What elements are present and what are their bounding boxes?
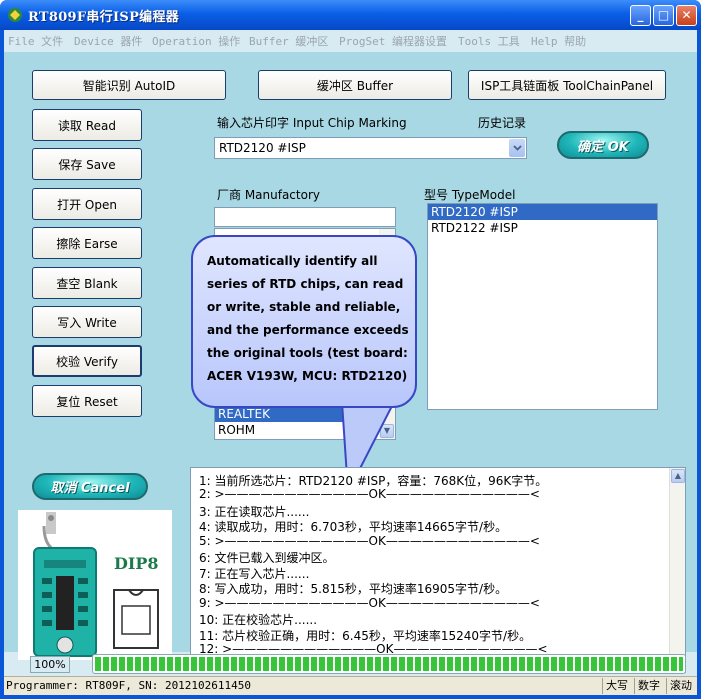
manufactory-label: 厂商 Manufactory	[217, 188, 320, 202]
log-line: 2: >————————————OK————————————<	[199, 487, 540, 501]
list-item[interactable]: RTD2120 #ISP	[428, 204, 657, 220]
client-area: File 文件 Device 器件 Operation 操作 Buffer 缓冲…	[4, 30, 697, 695]
chip-marking-label: 输入芯片印字 Input Chip Marking	[217, 116, 407, 130]
dip8-label: DIP8	[114, 554, 159, 573]
list-item[interactable]: RTD2122 #ISP	[428, 220, 657, 236]
menu-help[interactable]: Help 帮助	[531, 33, 586, 49]
close-button[interactable]: ✕	[676, 5, 697, 26]
maximize-button[interactable]: □	[653, 5, 674, 26]
menu-file[interactable]: File 文件	[8, 33, 63, 49]
read-button[interactable]: 读取 Read	[32, 109, 142, 141]
chevron-down-icon[interactable]	[509, 139, 525, 157]
save-button[interactable]: 保存 Save	[32, 148, 142, 180]
buffer-button[interactable]: 缓冲区 Buffer	[258, 70, 452, 100]
callout-text: Automatically identify all series of RTD…	[207, 254, 409, 383]
erase-button[interactable]: 擦除 Earse	[32, 227, 142, 259]
progress-fill	[95, 657, 683, 671]
menu-operation[interactable]: Operation 操作	[152, 33, 240, 49]
write-button[interactable]: 写入 Write	[32, 306, 142, 338]
reset-button[interactable]: 复位 Reset	[32, 385, 142, 417]
dip-socket-icon	[18, 510, 172, 660]
open-button[interactable]: 打开 Open	[32, 188, 142, 220]
chip-marking-combo[interactable]: RTD2120 #ISP	[214, 137, 527, 159]
caps-indicator: 大写	[602, 678, 631, 694]
minimize-button[interactable]: _	[630, 5, 651, 26]
typemodel-list[interactable]: RTD2120 #ISP RTD2122 #ISP	[427, 203, 658, 410]
autoid-button[interactable]: 智能识别 AutoID	[32, 70, 226, 100]
log-line: 8: 写入成功，用时：5.815秒，平均速率16905字节/秒。	[199, 582, 508, 596]
toolchain-panel-button[interactable]: ISP工具链面板 ToolChainPanel	[468, 70, 666, 100]
blank-check-button[interactable]: 查空 Blank	[32, 267, 142, 299]
scroll-up-icon[interactable]: ▲	[671, 469, 685, 483]
log-line: 4: 读取成功，用时：6.703秒，平均速率14665字节/秒。	[199, 520, 508, 534]
menu-bar: File 文件 Device 器件 Operation 操作 Buffer 缓冲…	[4, 30, 697, 50]
app-icon	[8, 8, 22, 22]
programmer-info: Programmer: RT809F, SN: 2012102611450	[6, 679, 252, 692]
app-window: RT809F串行ISP编程器 _ □ ✕ File 文件 Device 器件 O…	[0, 0, 701, 699]
progress-percent: 100%	[30, 656, 70, 673]
log-output[interactable]: 1: 当前所选芯片：RTD2120 #ISP，容量：768K位，96K字节。 2…	[190, 467, 686, 673]
menu-tools[interactable]: Tools 工具	[458, 33, 520, 49]
scroll-indicator: 滚动	[666, 678, 695, 694]
log-line: 5: >————————————OK————————————<	[199, 534, 540, 548]
verify-button[interactable]: 校验 Verify	[32, 345, 142, 377]
menu-device[interactable]: Device 器件	[74, 33, 142, 49]
log-scrollbar[interactable]: ▲ ▼	[669, 468, 685, 672]
title-bar[interactable]: RT809F串行ISP编程器 _ □ ✕	[0, 0, 701, 30]
progress-bar	[92, 654, 686, 674]
history-label: 历史记录	[478, 116, 527, 130]
menu-buffer[interactable]: Buffer 缓冲区	[249, 33, 328, 49]
callout-bubble: Automatically identify all series of RTD…	[191, 235, 417, 408]
typemodel-label: 型号 TypeModel	[424, 188, 516, 202]
progress-area: 100%	[4, 654, 697, 674]
manufactory-search-combo[interactable]	[214, 207, 396, 227]
socket-image: DIP8	[18, 510, 172, 660]
cancel-button[interactable]: 取消 Cancel	[32, 473, 148, 500]
num-indicator: 数字	[634, 678, 663, 694]
status-bar: Programmer: RT809F, SN: 2012102611450 大写…	[4, 676, 697, 695]
menu-progset[interactable]: ProgSet 编程器设置	[339, 33, 447, 49]
ok-button[interactable]: 确定 OK	[557, 131, 649, 159]
log-line: 9: >————————————OK————————————<	[199, 596, 540, 610]
log-line: 6: 文件已载入到缓冲区。	[199, 551, 335, 565]
log-line: 10: 正在校验芯片......	[199, 613, 318, 627]
main-panel: 智能识别 AutoID 缓冲区 Buffer ISP工具链面板 ToolChai…	[4, 52, 697, 673]
chip-marking-value: RTD2120 #ISP	[219, 141, 306, 155]
window-title: RT809F串行ISP编程器	[28, 10, 180, 25]
